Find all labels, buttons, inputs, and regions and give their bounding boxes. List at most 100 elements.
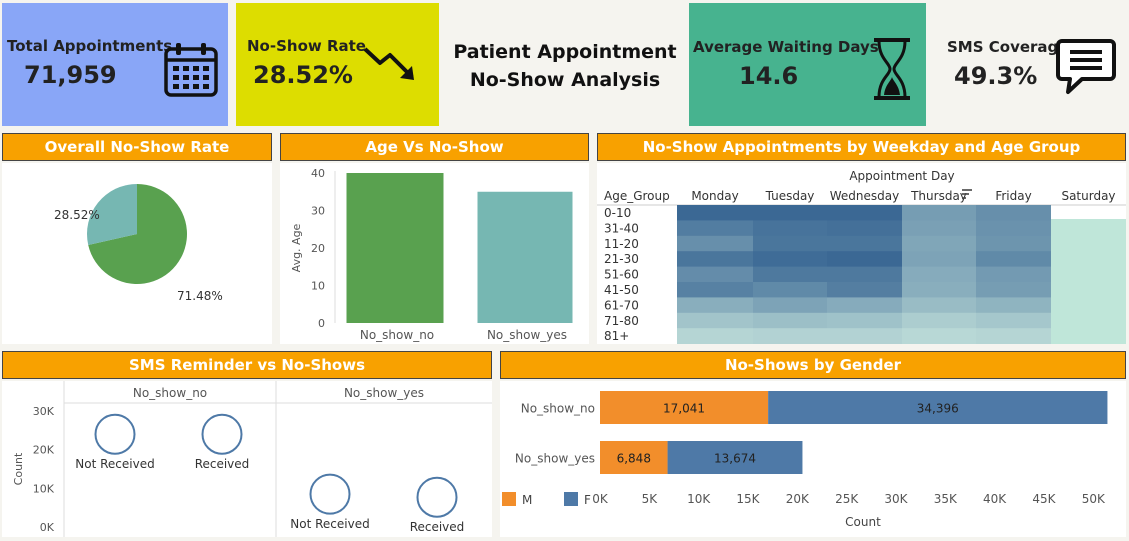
heat-cell — [827, 220, 902, 237]
sms-point — [201, 413, 243, 455]
heat-cell — [753, 251, 827, 268]
heat-row-label: 51-60 — [604, 268, 639, 282]
calendar-icon — [164, 43, 218, 97]
heat-cell — [753, 220, 827, 237]
heat-cell — [677, 297, 753, 314]
heat-panel: Appointment Day Age_Group Monday Tuesday Wed… — [597, 163, 1126, 345]
facet-label: No_show_no — [133, 386, 207, 400]
legend-swatch — [564, 492, 578, 506]
sms-point — [94, 413, 136, 455]
x-tick-label: 15K — [736, 492, 760, 506]
heat-column-label: Saturday — [1061, 189, 1115, 203]
header-age-vs-no-show: Age Vs No-Show — [280, 133, 589, 161]
heat-cell — [902, 282, 976, 298]
sms-point — [309, 473, 351, 515]
x-tick-label: 30K — [884, 492, 908, 506]
y-category-label: No_show_yes — [515, 452, 595, 466]
heat-cell — [902, 266, 976, 283]
heat-cell — [902, 328, 976, 345]
heat-cell — [827, 328, 902, 345]
heat-cell — [677, 282, 753, 298]
age-panel: 0 10 20 30 40 Avg. Age No_show_no No_show_yes — [280, 163, 589, 344]
kpi-label: Total Appointments — [7, 37, 173, 55]
x-tick-label: 0K — [592, 492, 609, 506]
heat-cell — [976, 328, 1051, 345]
heat-column-label: Monday — [691, 189, 738, 203]
age-bar — [346, 173, 444, 323]
heat-cell — [976, 205, 1051, 221]
x-tick-label: No_show_no — [360, 328, 434, 342]
heat-cell — [827, 251, 902, 268]
bar-value-label: 13,674 — [714, 452, 756, 466]
pie-label: 28.52% — [54, 208, 100, 222]
y-tick-label: 0 — [318, 317, 325, 330]
y-category-label: No_show_no — [521, 402, 595, 416]
x-tick-label: 5K — [642, 492, 659, 506]
facet-label: No_show_yes — [344, 386, 424, 400]
kpi-value: 49.3% — [954, 62, 1038, 90]
heat-cell — [902, 235, 976, 252]
heat-column-label: Wednesday — [830, 189, 899, 203]
trend-down-icon — [363, 47, 414, 80]
y-axis-title: Avg. Age — [290, 223, 303, 272]
heat-cell — [976, 312, 1051, 329]
age-bar-chart: 0 10 20 30 40 Avg. Age No_show_no No_show_yes — [290, 167, 573, 342]
heat-cell — [753, 205, 827, 221]
x-tick-label: 10K — [687, 492, 711, 506]
heat-cell — [677, 205, 753, 221]
y-tick-label: 30 — [311, 205, 325, 218]
age-bar — [477, 191, 573, 323]
kpi-value: 14.6 — [739, 62, 799, 90]
x-tick-label: No_show_yes — [487, 328, 567, 342]
heat-cell — [976, 266, 1051, 283]
heat-row-label: 71-80 — [604, 314, 639, 328]
bar-value-label: 34,396 — [917, 402, 959, 416]
y-tick-label: 30K — [33, 405, 55, 418]
heat-column-label: Tuesday — [765, 189, 815, 203]
heat-cell — [902, 251, 976, 268]
chat-icon — [1056, 39, 1116, 94]
y-tick-label: 20 — [311, 242, 325, 255]
gender-bar-chart: No_show_no 17,041 34,396 No_show_yes 6,848 13… — [502, 391, 1108, 529]
dashboard-title: Patient Appointment No-Show Analysis — [440, 38, 690, 94]
heat-cell — [976, 282, 1051, 298]
heat-cell — [902, 297, 976, 314]
heat-cell — [827, 205, 902, 221]
heat-row-label: 61-70 — [604, 298, 639, 312]
y-tick-label: 0K — [40, 521, 55, 534]
heatmap-chart: Appointment Day Age_Group Monday Tuesday Wed… — [597, 163, 1126, 345]
sms-point-label: Received — [410, 520, 465, 534]
pie-chart: 71.48% 28.52% — [54, 184, 223, 303]
x-tick-label: 50K — [1082, 492, 1106, 506]
header-sms-reminder: SMS Reminder vs No-Shows — [2, 351, 492, 379]
kpi-label: Average Waiting Days — [693, 38, 879, 56]
legend-swatch — [502, 492, 516, 506]
heat-row-label: 41-50 — [604, 283, 639, 297]
x-tick-label: 45K — [1032, 492, 1056, 506]
heat-cell — [827, 312, 902, 329]
heat-cell — [976, 297, 1051, 314]
y-tick-label: 10 — [311, 280, 325, 293]
heat-cell — [976, 220, 1051, 237]
bar-value-label: 17,041 — [663, 402, 705, 416]
heat-cell — [827, 297, 902, 314]
sms-scatter-chart: No_show_no No_show_yes 0K 10K 20K 30K Count Not… — [12, 381, 492, 537]
heat-cell — [902, 312, 976, 329]
header-no-shows-by-gender: No-Shows by Gender — [500, 351, 1126, 379]
heat-column-label: Friday — [995, 189, 1031, 203]
y-tick-label: 40 — [311, 167, 325, 180]
heat-cell — [753, 282, 827, 298]
y-axis-title: Count — [12, 452, 25, 485]
y-tick-label: 10K — [33, 482, 55, 495]
heat-cell — [677, 220, 753, 237]
gender-panel: No_show_no 17,041 34,396 No_show_yes 6,848 13… — [500, 381, 1126, 537]
x-tick-label: 40K — [983, 492, 1007, 506]
kpi-average-waiting-days: Average Waiting Days 14.6 — [689, 3, 926, 126]
dashboard-title-line-2: No-Show Analysis — [469, 69, 661, 91]
x-tick-label: 20K — [786, 492, 810, 506]
heat-row-label: 31-40 — [604, 221, 639, 235]
heat-cell — [902, 205, 976, 221]
heat-column-label: Thursday — [910, 189, 967, 203]
heat-cell — [827, 235, 902, 252]
heat-cell — [976, 235, 1051, 252]
